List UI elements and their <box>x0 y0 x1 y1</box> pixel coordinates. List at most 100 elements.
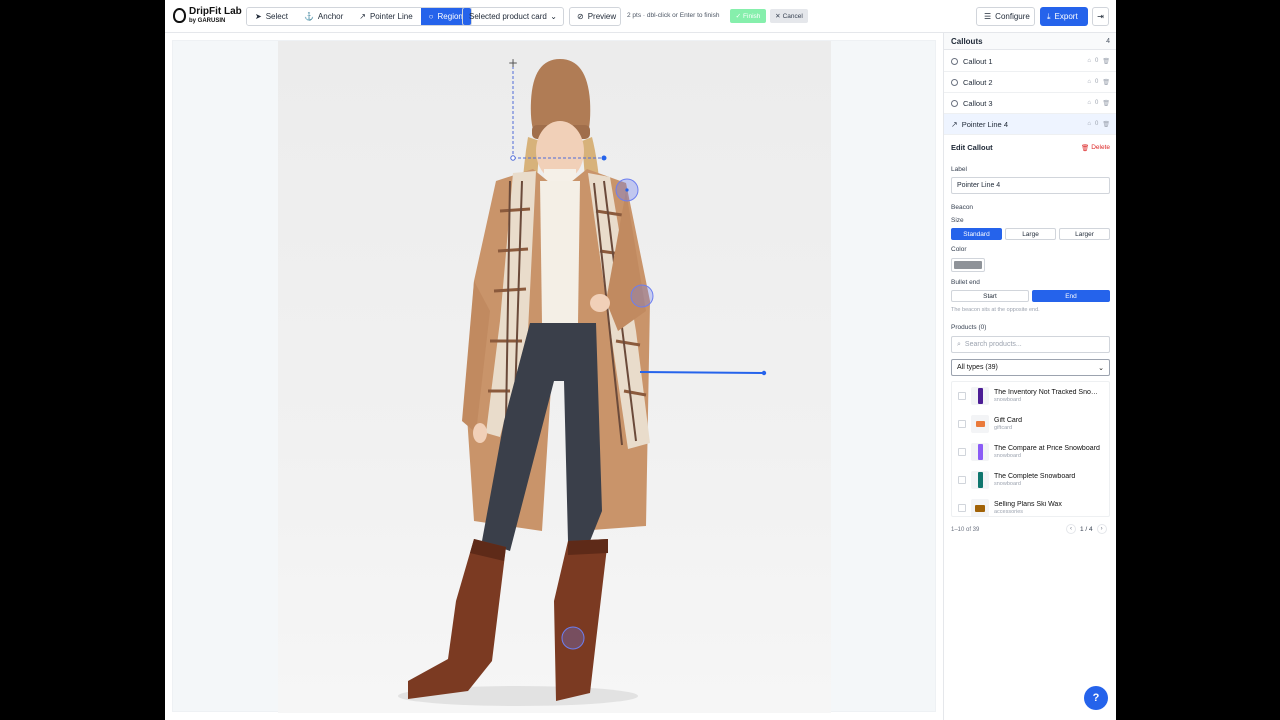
product-item[interactable]: The Complete Snowboard snowboard <box>952 466 1109 494</box>
callouts-title: Callouts <box>951 36 983 46</box>
eye-off-icon: ⊘ <box>577 12 584 21</box>
finish-label: Finish <box>743 12 761 20</box>
product-item[interactable]: Gift Card giftcard <box>952 410 1109 438</box>
product-name: The Complete Snowboard <box>994 473 1076 481</box>
search-icon: ⌕ <box>957 340 961 348</box>
product-checkbox[interactable] <box>958 476 966 484</box>
preview-button[interactable]: ⊘ Preview <box>569 7 621 26</box>
product-item[interactable]: Selling Plans Ski Wax accessories <box>952 494 1109 516</box>
beacon-heading: Beacon <box>951 204 974 211</box>
product-type-select[interactable]: All types (39) ⌄ <box>951 359 1110 376</box>
product-item[interactable]: The Compare at Price Snowboard snowboard <box>952 438 1109 466</box>
label-input[interactable]: Pointer Line 4 <box>951 177 1110 194</box>
delete-label: Delete <box>1091 144 1110 151</box>
delete-callout-button[interactable]: 🗑 Delete <box>1081 144 1110 152</box>
color-swatch[interactable] <box>951 258 985 272</box>
callout-item[interactable]: Callout 3 ⌂ 0 🗑 <box>944 93 1116 114</box>
size-larger-option[interactable]: Larger <box>1059 228 1110 240</box>
preview-label: Preview <box>587 12 617 21</box>
close-icon: ✕ <box>775 13 781 20</box>
tag-icon: ⌂ <box>1087 121 1092 127</box>
anchor-tool-button[interactable]: ⚓ Anchor <box>295 8 352 25</box>
type-select-value: All types (39) <box>957 364 998 371</box>
sliders-icon: ☰ <box>984 12 992 21</box>
trash-icon[interactable]: 🗑 <box>1102 79 1110 86</box>
cancel-label: Cancel <box>782 12 803 20</box>
trash-icon[interactable]: 🗑 <box>1102 121 1110 128</box>
callout-tag-count: 0 <box>1095 58 1099 64</box>
pointer-line-tool-label: Pointer Line <box>369 12 413 21</box>
editor-canvas[interactable]: + <box>165 33 943 720</box>
trash-icon: 🗑 <box>1080 144 1090 152</box>
cancel-button[interactable]: ✕ Cancel <box>770 9 808 23</box>
svg-text:+: + <box>508 56 518 70</box>
chevron-down-icon: ⌄ <box>550 12 557 21</box>
tag-icon: ⌂ <box>1087 100 1092 106</box>
pointer-line-icon: ↗ <box>951 119 958 129</box>
size-large-option[interactable]: Large <box>1005 228 1056 240</box>
prev-page-button[interactable]: ‹ <box>1066 524 1076 534</box>
beacon-note: The beacon sits at the opposite end. <box>951 307 1040 313</box>
product-type: giftcard <box>994 424 1013 431</box>
bullet-start-option[interactable]: Start <box>951 290 1029 302</box>
bullet-end-segmented-control: Start End <box>951 290 1110 302</box>
callout-item[interactable]: Callout 2 ⌂ 0 🗑 <box>944 72 1116 93</box>
select-tool-button[interactable]: ➤ Select <box>247 8 296 25</box>
label-field-label: Label <box>951 166 967 173</box>
product-thumbnail <box>971 443 989 461</box>
product-checkbox[interactable] <box>958 448 966 456</box>
canvas-frame: + <box>172 40 936 713</box>
chevron-down-icon: ⌄ <box>1098 364 1104 372</box>
product-thumbnail <box>971 499 989 516</box>
callout-list: Callout 1 ⌂ 0 🗑 Callout 2 ⌂ 0 🗑 Callout <box>944 51 1116 135</box>
callout-item[interactable]: Callout 1 ⌂ 0 🗑 <box>944 51 1116 72</box>
bullet-end-option[interactable]: End <box>1032 290 1110 302</box>
brand-logo: DripFit Lab by GARUSIN <box>173 7 242 24</box>
product-checkbox[interactable] <box>958 392 966 400</box>
product-checkbox[interactable] <box>958 504 966 512</box>
trash-icon[interactable]: 🗑 <box>1102 100 1110 107</box>
export-button[interactable]: ⤓ Export <box>1040 7 1088 26</box>
product-card-select[interactable]: Selected product card ⌄ <box>462 7 564 26</box>
select-tool-label: Select <box>265 12 288 21</box>
size-standard-option[interactable]: Standard <box>951 228 1002 240</box>
callout-dot-icon <box>951 57 958 65</box>
trash-icon[interactable]: 🗑 <box>1102 58 1110 65</box>
download-icon: ⤓ <box>1047 11 1051 21</box>
callout-label: Pointer Line 4 <box>961 119 1008 129</box>
help-button[interactable]: ? <box>1084 686 1108 710</box>
pagination: ‹ 1 / 4 › <box>1066 524 1107 534</box>
size-label: Size <box>951 217 964 224</box>
pointer-line-tool-button[interactable]: ↗ Pointer Line <box>351 8 421 25</box>
region-tool-label: Region <box>437 12 463 21</box>
color-label: Color <box>951 246 967 253</box>
brand-byline: by GARUSIN <box>189 18 226 24</box>
app-window: DripFit Lab by GARUSIN ➤ Select ⚓ Anchor… <box>165 0 1116 720</box>
callouts-count: 4 <box>1106 37 1110 45</box>
callout-item-selected[interactable]: ↗ Pointer Line 4 ⌂ 0 🗑 <box>944 114 1116 135</box>
bullet-end-label: Bullet end <box>951 279 980 286</box>
product-photo[interactable]: + <box>278 41 831 713</box>
edit-callout-title: Edit Callout <box>951 143 993 152</box>
product-search-input[interactable]: ⌕ Search products... <box>951 336 1110 353</box>
tag-icon: ⌂ <box>1087 58 1092 64</box>
product-list: The Inventory Not Tracked Snowboard snow… <box>951 381 1110 517</box>
pointer-line-icon: ↗ <box>359 11 366 21</box>
next-page-button[interactable]: › <box>1096 524 1107 534</box>
product-checkbox[interactable] <box>958 420 966 428</box>
product-name: Selling Plans Ski Wax <box>994 501 1062 509</box>
page-indicator: 1 / 4 <box>1080 525 1093 533</box>
callout-dot-icon <box>951 99 958 107</box>
check-icon: ✓ <box>735 13 742 20</box>
logo-icon <box>173 8 186 23</box>
finish-button[interactable]: ✓ Finish <box>730 9 766 23</box>
drawing-hint: 2 pts · dbl-click or Enter to finish <box>627 12 720 19</box>
products-heading: Products (0) <box>951 324 987 331</box>
exit-button[interactable]: ⇥ <box>1092 7 1109 26</box>
configure-button[interactable]: ☰ Configure <box>976 7 1035 26</box>
product-type: snowboard <box>994 452 1021 459</box>
product-card-select-value: Selected product card <box>469 12 547 21</box>
product-thumbnail <box>971 387 989 405</box>
product-item[interactable]: The Inventory Not Tracked Snowboard snow… <box>952 382 1109 410</box>
product-name: The Inventory Not Tracked Snowboard <box>994 389 1100 397</box>
